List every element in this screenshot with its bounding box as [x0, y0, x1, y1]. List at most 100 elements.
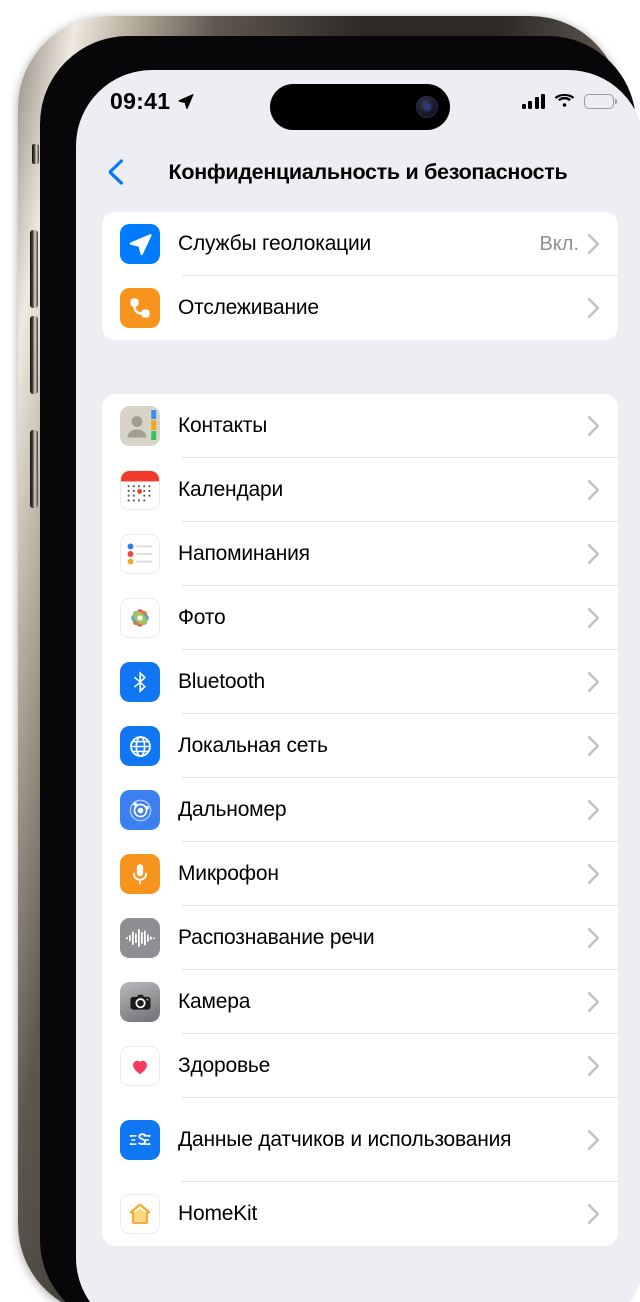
settings-row-label: Локальная сеть [178, 733, 328, 757]
chevron-right-icon [587, 928, 600, 948]
device-bezel: 09:41 Конфиденциальность и безопасность … [40, 36, 640, 1302]
chevron-right-icon [587, 234, 600, 254]
settings-scroll-view[interactable]: Службы геолокации Вкл. Отслеживание Конт… [76, 212, 640, 1302]
icon-container [102, 534, 178, 574]
settings-group-privacy-top: Службы геолокации Вкл. Отслеживание [102, 212, 618, 340]
tracking-icon [120, 288, 160, 328]
settings-row-label: Камера [178, 989, 251, 1013]
device-stage: 09:41 Конфиденциальность и безопасность … [0, 0, 640, 1302]
chevron-right-icon [587, 1056, 600, 1076]
status-bar-right [521, 93, 617, 109]
cellular-signal-icon [521, 93, 545, 109]
sensor-data-icon [120, 1120, 160, 1160]
chevron-right-icon [587, 480, 600, 500]
page-title: Конфиденциальность и безопасность [168, 159, 568, 184]
health-icon [120, 1046, 160, 1086]
icon-container [102, 1120, 178, 1160]
settings-row-homekit[interactable]: HomeKit [102, 1182, 618, 1246]
settings-row-label: Напоминания [178, 541, 310, 565]
icon-container [102, 982, 178, 1022]
chevron-right-icon [587, 1130, 600, 1150]
settings-row-contacts[interactable]: Контакты [102, 394, 618, 458]
settings-row-speech-recognition[interactable]: Распознавание речи [102, 906, 618, 970]
icon-container [102, 1046, 178, 1086]
volume-up-button[interactable] [30, 230, 38, 308]
navigation-bar: Конфиденциальность и безопасность [76, 132, 640, 212]
icon-container [102, 470, 178, 510]
settings-row-health[interactable]: Здоровье [102, 1034, 618, 1098]
chevron-right-icon [587, 608, 600, 628]
icon-container [102, 854, 178, 894]
settings-row-measure[interactable]: Дальномер [102, 778, 618, 842]
settings-row-label: Фото [178, 605, 226, 629]
settings-row-label: Данные датчиков и использования [178, 1127, 512, 1151]
icon-container [102, 662, 178, 702]
chevron-right-icon [587, 416, 600, 436]
settings-row-camera[interactable]: Камера [102, 970, 618, 1034]
settings-row-photos[interactable]: Фото [102, 586, 618, 650]
chevron-right-icon [587, 864, 600, 884]
volume-down-button[interactable] [30, 316, 38, 394]
front-camera-icon [416, 96, 438, 118]
settings-row-location-services[interactable]: Службы геолокации Вкл. [102, 212, 618, 276]
icon-container [102, 224, 178, 264]
settings-row-local-network[interactable]: Локальная сеть [102, 714, 618, 778]
settings-row-tracking[interactable]: Отслеживание [102, 276, 618, 340]
photos-icon [120, 598, 160, 638]
battery-full-icon [584, 93, 617, 109]
location-services-icon [120, 224, 160, 264]
settings-row-label: Отслеживание [178, 295, 319, 319]
location-arrow-icon [178, 93, 194, 109]
side-button-lower-left[interactable] [30, 430, 38, 508]
homekit-icon [120, 1194, 160, 1234]
icon-container [102, 598, 178, 638]
icon-container [102, 288, 178, 328]
icon-container [102, 726, 178, 766]
settings-row-label: Контакты [178, 413, 268, 437]
settings-row-label: Службы геолокации [178, 231, 372, 255]
chevron-right-icon [587, 800, 600, 820]
settings-row-calendars[interactable]: Календари [102, 458, 618, 522]
chevron-right-icon [587, 544, 600, 564]
chevron-right-icon [587, 298, 600, 318]
settings-row-label: Микрофон [178, 861, 279, 885]
icon-container [102, 1194, 178, 1234]
measure-icon [120, 790, 160, 830]
icon-container [102, 790, 178, 830]
chevron-right-icon [587, 1204, 600, 1224]
settings-row-label: Календари [178, 477, 283, 501]
status-bar-clock: 09:41 [110, 87, 171, 114]
dynamic-island [270, 84, 450, 130]
status-bar: 09:41 [76, 70, 640, 132]
settings-row-label: Дальномер [178, 797, 287, 821]
contacts-icon [120, 406, 160, 446]
chevron-right-icon [587, 736, 600, 756]
settings-row-sensor-and-usage-data[interactable]: Данные датчиков и использования [102, 1098, 618, 1182]
device-screen: 09:41 Конфиденциальность и безопасность … [76, 70, 640, 1302]
camera-icon [120, 982, 160, 1022]
local-network-icon [120, 726, 160, 766]
settings-row-reminders[interactable]: Напоминания [102, 522, 618, 586]
action-button[interactable] [32, 144, 39, 164]
settings-row-value: Вкл. [539, 232, 579, 255]
calendar-icon [120, 470, 160, 510]
settings-row-label: Здоровье [178, 1053, 271, 1077]
icon-container [102, 918, 178, 958]
settings-row-label: Распознавание речи [178, 925, 375, 949]
bluetooth-icon [120, 662, 160, 702]
wifi-icon [554, 93, 575, 107]
settings-row-label: Bluetooth [178, 669, 265, 693]
chevron-right-icon [587, 992, 600, 1012]
icon-container [102, 406, 178, 446]
settings-group-app-permissions: Контакты Календари Напоминания Фото Blue… [102, 394, 618, 1246]
settings-row-bluetooth[interactable]: Bluetooth [102, 650, 618, 714]
device-frame: 09:41 Конфиденциальность и безопасность … [18, 16, 640, 1302]
chevron-right-icon [587, 672, 600, 692]
speech-recognition-icon [120, 918, 160, 958]
microphone-icon [120, 854, 160, 894]
reminders-icon [120, 534, 160, 574]
settings-row-label: HomeKit [178, 1201, 258, 1225]
settings-row-microphone[interactable]: Микрофон [102, 842, 618, 906]
status-bar-left: 09:41 [110, 88, 195, 115]
